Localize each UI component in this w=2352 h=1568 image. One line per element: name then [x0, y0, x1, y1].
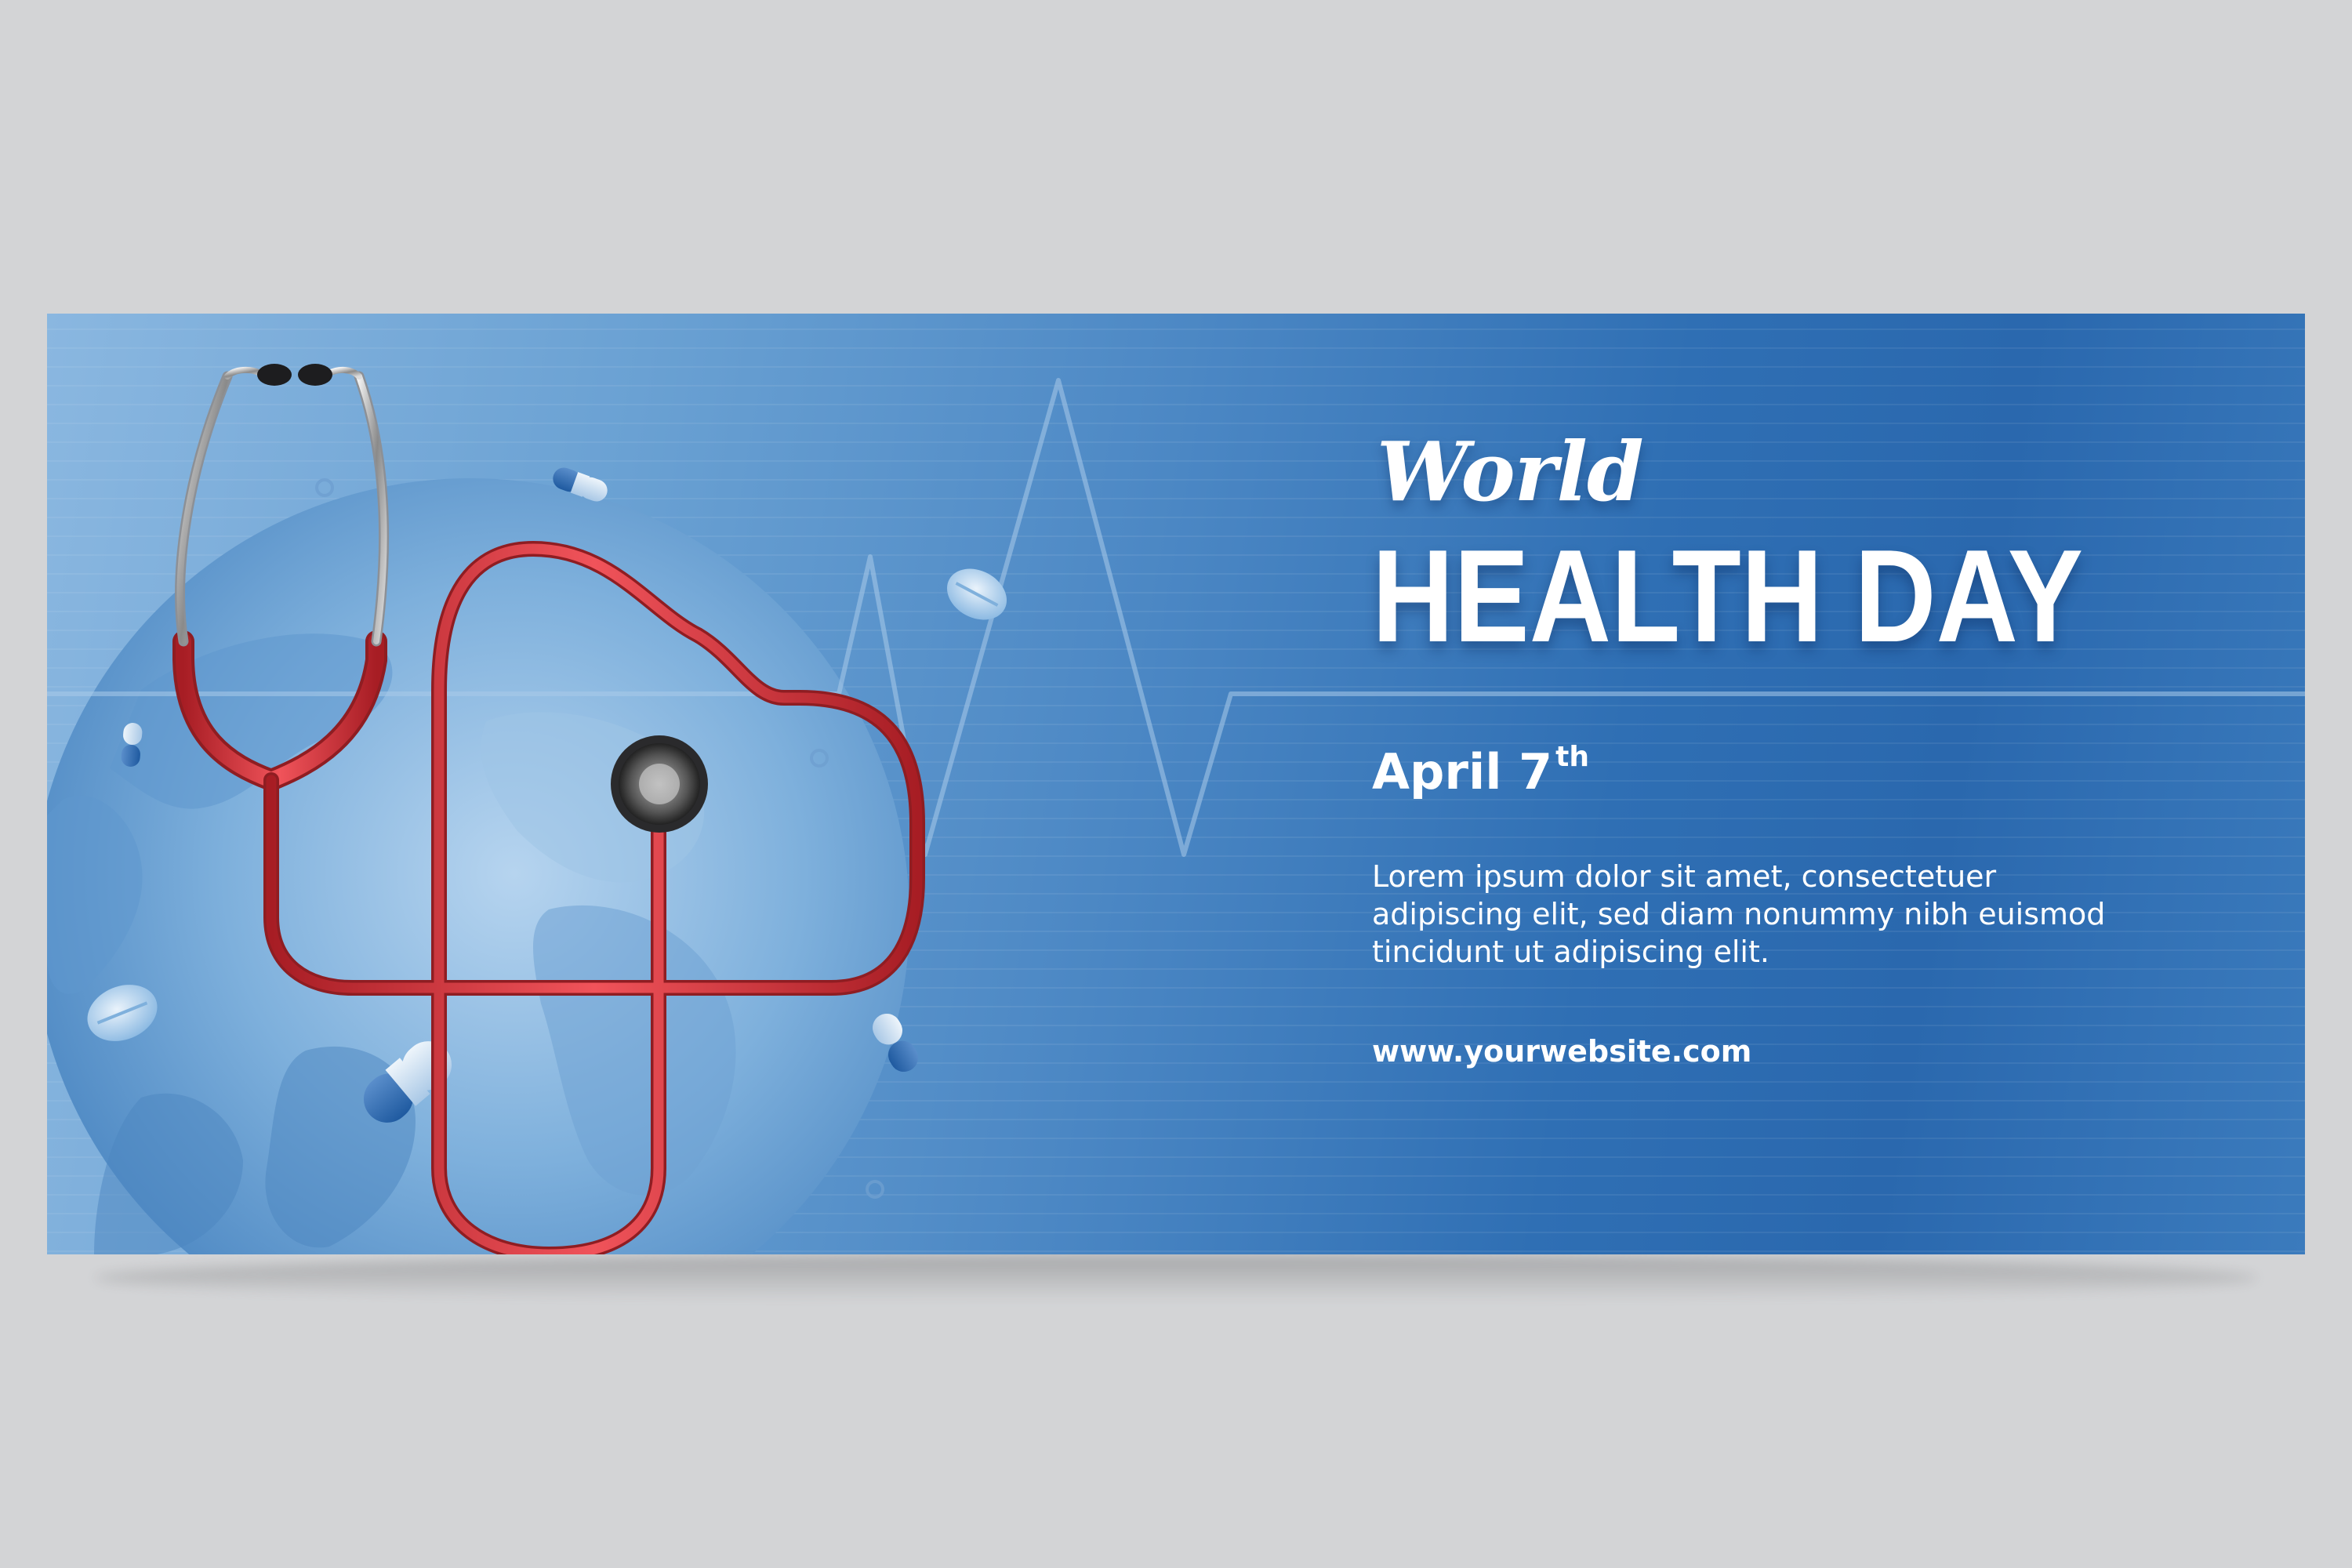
event-date-suffix: th: [1555, 741, 1590, 773]
event-date-main: April 7: [1372, 743, 1553, 800]
banner-shadow: [94, 1254, 2258, 1301]
title-health-day: HEALTH DAY: [1372, 522, 2084, 670]
body-paragraph: Lorem ipsum dolor sit amet, consectetuer…: [1372, 859, 2106, 969]
canvas: World HEALTH DAY April 7th Lorem ipsum d…: [0, 0, 2352, 1568]
event-date: April 7th: [1372, 743, 2234, 797]
banner-text-block: World HEALTH DAY April 7th Lorem ipsum d…: [1372, 423, 2234, 1067]
world-health-day-banner: World HEALTH DAY April 7th Lorem ipsum d…: [47, 314, 2305, 1254]
website-link[interactable]: www.yourwebsite.com: [1372, 1036, 2234, 1066]
title-world: World: [1377, 423, 1644, 520]
